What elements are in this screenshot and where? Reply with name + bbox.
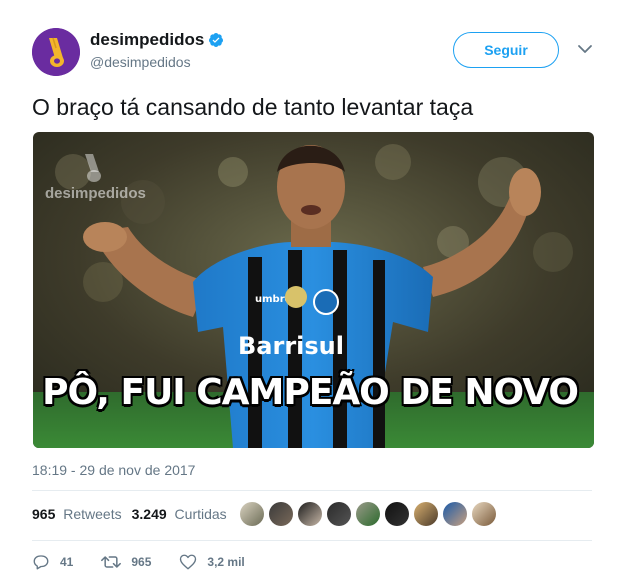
liker-avatar[interactable]: [356, 502, 380, 526]
like-icon: [180, 554, 197, 570]
follow-button[interactable]: Seguir: [453, 32, 559, 68]
liker-avatar[interactable]: [327, 502, 351, 526]
chevron-down-icon[interactable]: [576, 40, 594, 58]
sponsor-text: Barrisul: [238, 332, 344, 360]
reply-action[interactable]: 41: [32, 553, 73, 571]
liker-avatar[interactable]: [298, 502, 322, 526]
retweet-action[interactable]: 965: [101, 553, 151, 571]
liker-avatar[interactable]: [240, 502, 264, 526]
retweets-count: 965: [32, 506, 56, 522]
retweet-count: 965: [131, 555, 152, 569]
verified-badge-icon: [209, 33, 224, 47]
display-name-text[interactable]: desimpedidos: [90, 30, 204, 50]
tweet-actions: 41 965 3,2 mil: [32, 553, 273, 571]
divider: [32, 540, 592, 541]
likes-label: Curtidas: [174, 506, 227, 522]
liker-avatar[interactable]: [443, 502, 467, 526]
author-avatar[interactable]: [32, 28, 80, 76]
likes-count: 3.249: [131, 506, 167, 522]
watermark-logo-icon: [85, 154, 101, 182]
liker-avatar[interactable]: [385, 502, 409, 526]
media-watermark: desimpedidos: [45, 185, 146, 202]
author-display-name[interactable]: desimpedidos: [90, 30, 224, 50]
liker-avatar[interactable]: [414, 502, 438, 526]
reply-count: 41: [60, 555, 74, 569]
retweet-icon: [101, 556, 122, 568]
reply-icon: [33, 555, 49, 570]
retweets-stat[interactable]: 965 Retweets: [32, 506, 122, 522]
meme-caption: PÔ, FUI CAMPEÃO DE NOVO: [41, 371, 580, 414]
divider: [32, 490, 592, 491]
likes-stat[interactable]: 3.249 Curtidas: [132, 506, 227, 522]
retweets-label: Retweets: [63, 506, 122, 522]
likers-avatars: [240, 502, 501, 526]
tweet-stats: 965 Retweets 3.249 Curtidas: [32, 506, 237, 522]
tweet-text: O braço tá cansando de tanto levantar ta…: [32, 94, 474, 120]
author-handle[interactable]: @desimpedidos: [90, 54, 224, 70]
like-count: 3,2 mil: [207, 555, 245, 569]
liker-avatar[interactable]: [472, 502, 496, 526]
tweet-timestamp[interactable]: 18:19 - 29 de nov de 2017: [32, 462, 195, 478]
tweet-header: desimpedidos @desimpedidos Seguir: [32, 28, 598, 78]
liker-avatar[interactable]: [269, 502, 293, 526]
like-action[interactable]: 3,2 mil: [179, 553, 245, 571]
